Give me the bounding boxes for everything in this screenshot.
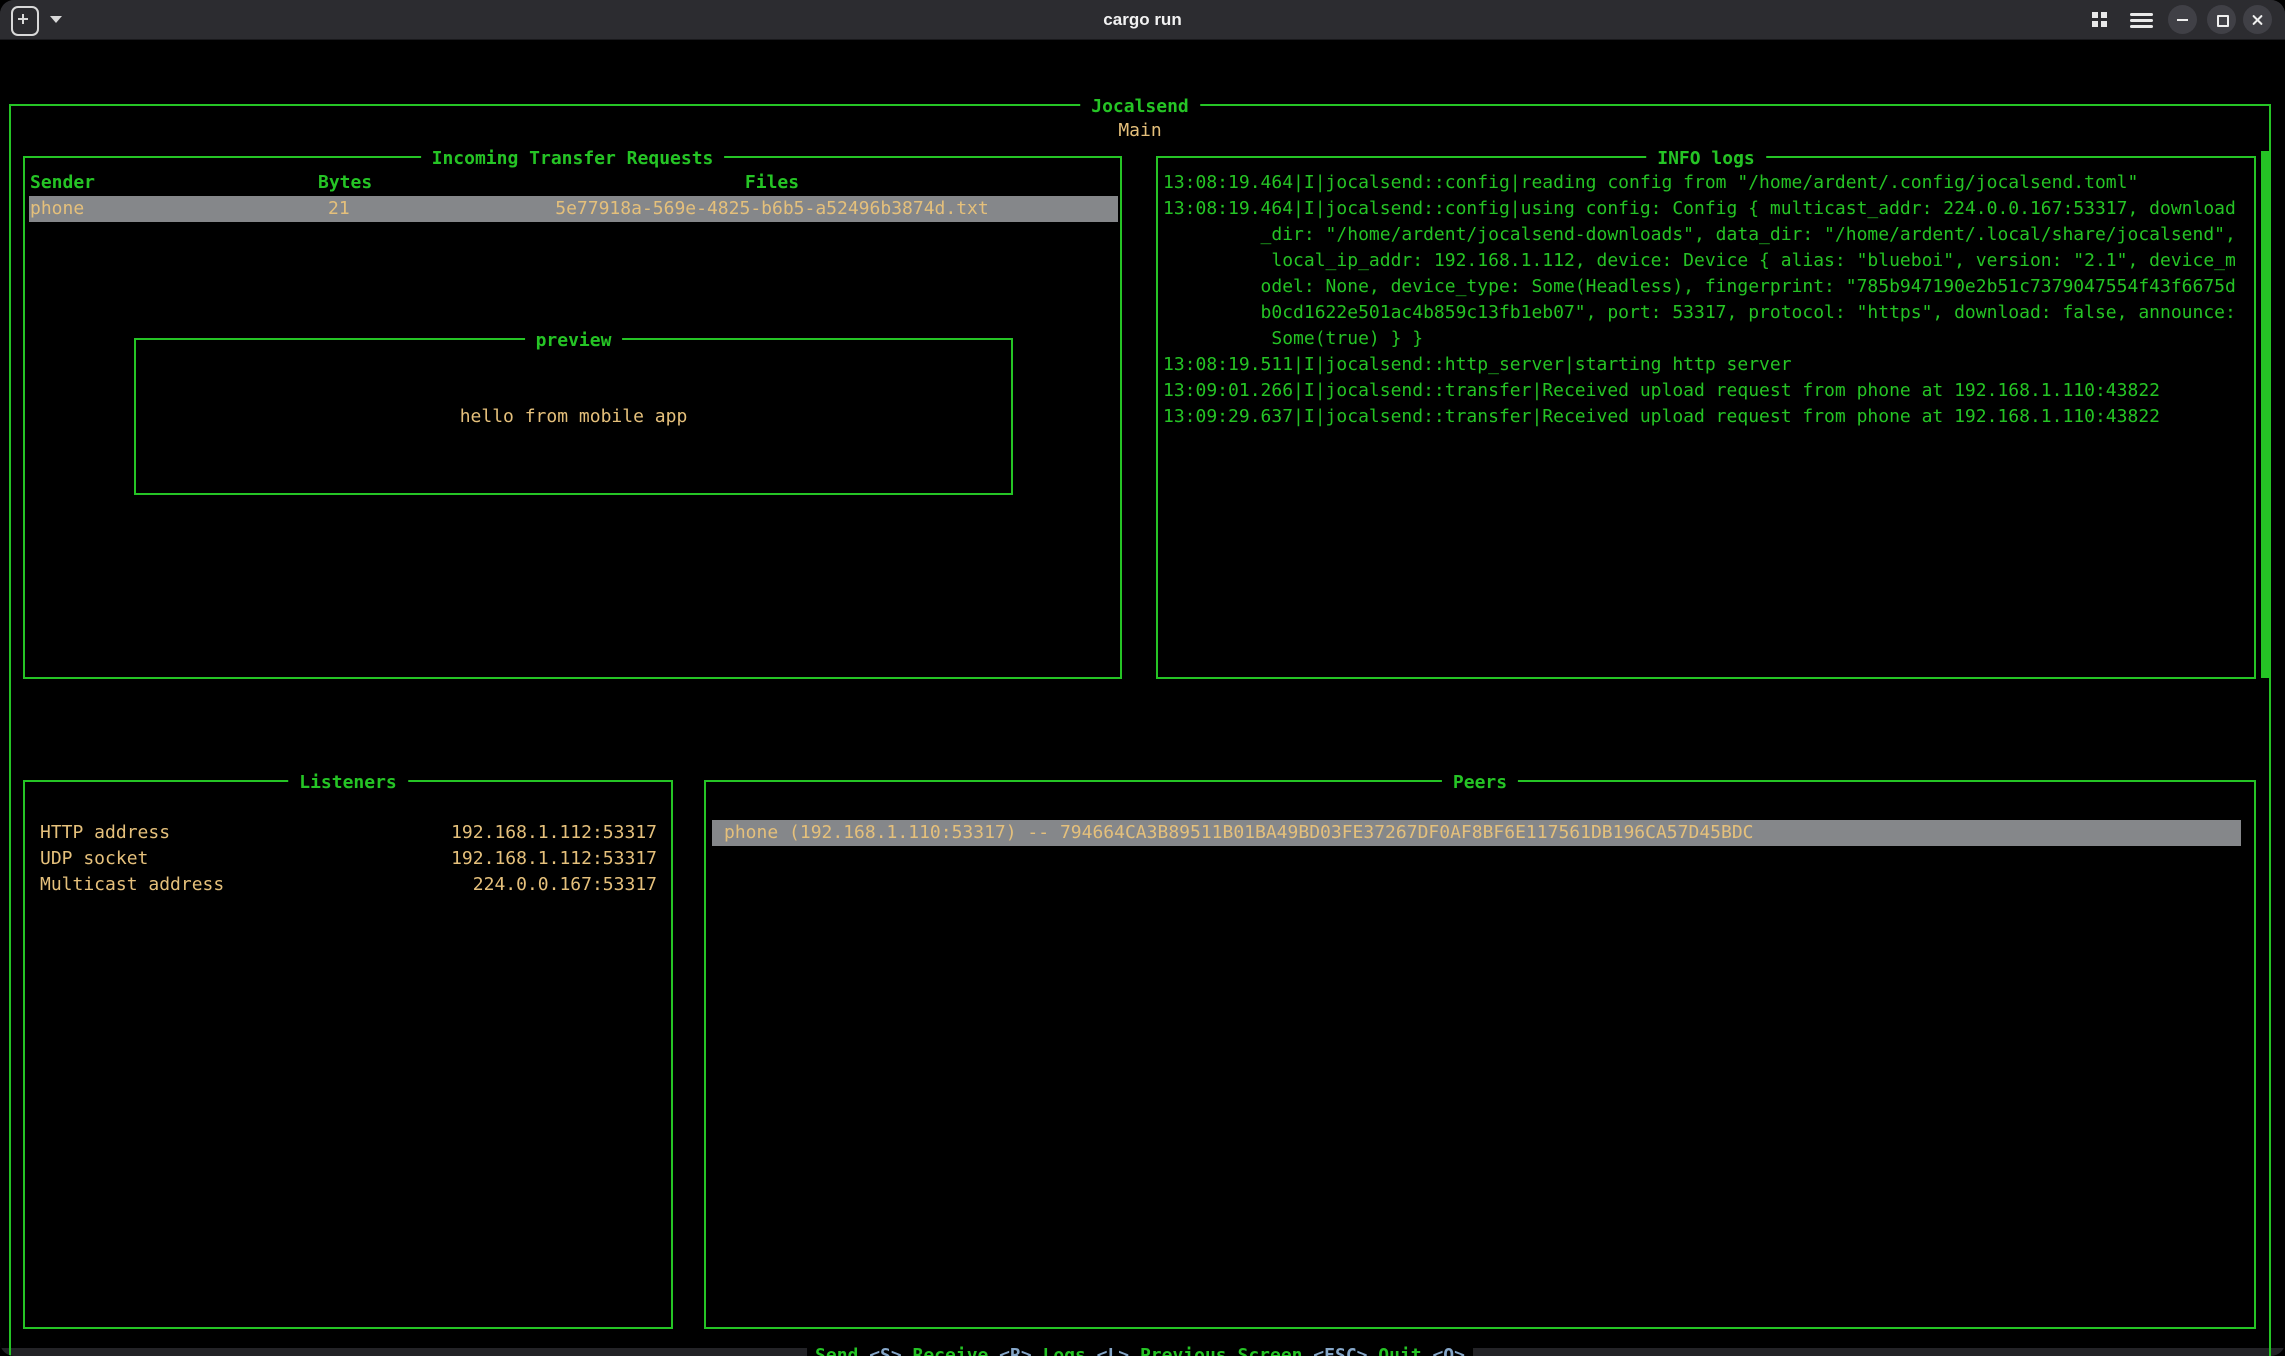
info-logs-title: INFO logs [1646,146,1766,172]
col-files: Files [430,170,1114,196]
log-line: 13:08:19.511|I|jocalsend::http_server|st… [1163,352,1792,378]
hint-label: Logs [1042,1343,1085,1356]
cell-bytes: 21 [328,196,350,222]
close-button[interactable] [2243,5,2272,34]
log-line: 13:09:29.637|I|jocalsend::transfer|Recei… [1163,404,2160,430]
peer-info: phone (192.168.1.110:53317) -- 794664CA3… [724,820,1754,846]
plus-icon [22,14,24,24]
col-bytes: Bytes [318,170,372,196]
window-title: cargo run [0,0,2285,39]
info-logs-panel: INFO logs 13:08:19.464|I|jocalsend::conf… [1156,156,2256,679]
hint-key: <R> [999,1343,1032,1356]
minimize-button[interactable] [2168,5,2197,34]
hint-key: <L> [1097,1343,1130,1356]
titlebar: cargo run [0,0,2285,40]
listener-label: UDP socket [40,846,148,872]
logs-scrollbar[interactable] [2261,151,2269,678]
col-sender: Sender [30,170,95,196]
new-tab-button[interactable] [11,6,39,36]
hint-key: <S> [869,1343,902,1356]
preview-title: preview [525,328,623,354]
key-hints: Send <S> Receive <R> Logs <L> Previous Scre… [807,1343,1473,1356]
peer-row-selected[interactable]: phone (192.168.1.110:53317) -- 794664CA3… [712,820,2241,846]
hint-previous-screen: Previous Screen <ESC> [1140,1343,1368,1356]
hint-send: Send <S> [815,1343,902,1356]
log-line: odel: None, device_type: Some(Headless),… [1163,274,2236,300]
hint-logs: Logs <L> [1042,1343,1129,1356]
log-line: 13:08:19.464|I|jocalsend::config|reading… [1163,170,2138,196]
terminal-window: Jocalsend Main Send <S> Receive <R> Logs <L… [0,0,2285,1356]
incoming-table-header: Sender Bytes Files [29,170,1118,196]
hint-label: Receive [913,1343,989,1356]
chevron-down-icon[interactable] [50,16,62,23]
listeners-panel: Listeners HTTP address 192.168.1.112:533… [23,780,673,1329]
hint-label: Previous Screen [1140,1343,1303,1356]
maximize-button[interactable] [2207,5,2236,34]
log-line: _dir: "/home/ardent/jocalsend-downloads"… [1163,222,2236,248]
hint-receive: Receive <R> [913,1343,1032,1356]
incoming-table-row-selected[interactable]: phone 21 5e77918a-569e-4825-b6b5-a52496b… [29,196,1118,222]
hint-label: Send [815,1343,858,1356]
listener-label: HTTP address [40,820,170,846]
incoming-transfers-panel: Incoming Transfer Requests Sender Bytes … [23,156,1122,679]
listeners-title: Listeners [288,770,408,796]
hint-key: <ESC> [1313,1343,1367,1356]
log-line: local_ip_addr: 192.168.1.112, device: De… [1163,248,2236,274]
listener-value: 224.0.0.167:53317 [355,872,657,898]
listener-label: Multicast address [40,872,224,898]
log-line: 13:08:19.464|I|jocalsend::config|using c… [1163,196,2236,222]
screen-name: Main [11,118,2269,144]
preview-content: hello from mobile app [136,404,1011,430]
peers-title: Peers [1442,770,1518,796]
cell-files: 5e77918a-569e-4825-b6b5-a52496b3874d.txt [430,196,1114,222]
hint-label: Quit [1378,1343,1421,1356]
listener-value: 192.168.1.112:53317 [355,846,657,872]
log-line: Some(true) } } [1163,326,1423,352]
app-title: Jocalsend [1080,94,1200,120]
log-line: 13:09:01.266|I|jocalsend::transfer|Recei… [1163,378,2160,404]
peers-panel: Peers phone (192.168.1.110:53317) -- 794… [704,780,2256,1329]
incoming-transfers-title: Incoming Transfer Requests [421,146,725,172]
cell-sender: phone [30,196,84,222]
log-line: b0cd1622e501ac4b859c13fb1eb07", port: 53… [1163,300,2236,326]
terminal-screen: Jocalsend Main Send<S> Receive<R> Logs<L… [0,39,2285,1348]
hint-key: <Q> [1432,1343,1465,1356]
preview-panel: preview hello from mobile app [134,338,1013,495]
listener-value: 192.168.1.112:53317 [355,820,657,846]
menu-icon[interactable] [2130,13,2153,16]
maximize-icon [2217,15,2229,27]
tab-overview-icon[interactable] [2092,12,2098,18]
minimize-icon [2177,19,2188,21]
hint-quit: Quit <Q> [1378,1343,1465,1356]
